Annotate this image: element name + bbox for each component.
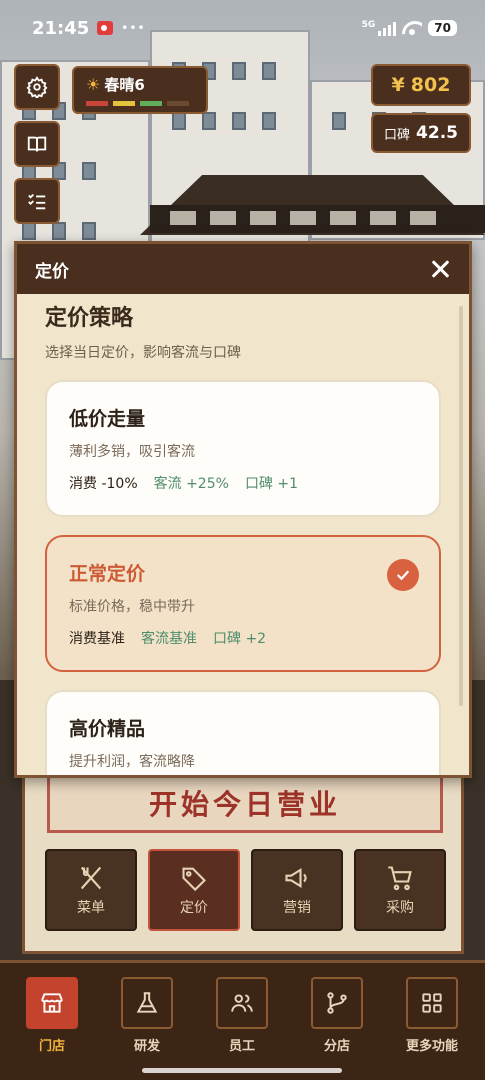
pricing-modal: 定价 定价策略 选择当日定价，影响客流与口碑 低价走量 薄利多销，吸引客流 消费… <box>14 241 472 778</box>
gear-icon <box>26 76 48 98</box>
option-stats: 消费 -10% 客流 +25% 口碑 +1 <box>69 473 417 515</box>
tab-staff-label: 员工 <box>228 1039 255 1054</box>
marketing-label: 营销 <box>283 899 311 916</box>
status-bar: 21:45 ••• 5G 70 <box>0 0 485 56</box>
purchase-button[interactable]: 采购 <box>354 849 446 931</box>
flask-icon <box>136 992 158 1013</box>
clock: 21:45 <box>32 17 90 39</box>
section-title: 定价策略 <box>45 306 134 331</box>
option-name: 正常定价 <box>69 563 146 585</box>
pricing-label: 定价 <box>180 899 208 916</box>
battery-icon: 70 <box>428 20 457 36</box>
weather-label: 春晴6 <box>104 76 145 94</box>
tab-store[interactable]: 门店 <box>21 977 83 1054</box>
more-dots-icon: ••• <box>121 21 146 35</box>
start-business-button[interactable]: 开始今日营业 <box>47 773 443 833</box>
signal-icon: 5G <box>362 20 397 36</box>
pricing-button[interactable]: 定价 <box>148 849 240 931</box>
modal-header: 定价 <box>17 244 469 294</box>
weather-panel[interactable]: ☀ 春晴6 <box>72 66 208 114</box>
cart-icon <box>388 865 412 890</box>
tab-research[interactable]: 研发 <box>116 977 178 1054</box>
option-desc: 标准价格，稳中带升 <box>69 599 195 615</box>
checklist-icon <box>28 193 46 210</box>
tab-branches[interactable]: 分店 <box>306 977 368 1054</box>
tab-research-label: 研发 <box>133 1039 160 1054</box>
option-name: 高价精品 <box>69 718 146 740</box>
yen-icon: ¥ <box>391 74 405 96</box>
money-display: ¥ 802 <box>371 64 471 106</box>
purchase-label: 采购 <box>386 899 414 916</box>
pricing-option-normal[interactable]: 正常定价 标准价格，稳中带升 消费基准 客流基准 口碑 +2 <box>45 535 441 672</box>
weather-bar <box>140 101 162 106</box>
bottom-tab-bar: 门店 研发 员工 分店 更多功能 <box>0 960 485 1080</box>
book-icon <box>27 136 47 152</box>
check-icon <box>387 559 419 591</box>
close-icon[interactable] <box>429 258 451 280</box>
sun-icon: ☀ <box>86 75 101 94</box>
pricing-option-premium[interactable]: 高价精品 提升利润，客流略降 <box>45 690 441 775</box>
option-traffic: 客流 +25% <box>153 476 229 492</box>
option-desc: 薄利多销，吸引客流 <box>69 444 195 460</box>
weather-bars <box>86 101 194 106</box>
menu-button[interactable]: 菜单 <box>45 849 137 931</box>
weather-bar <box>86 101 108 106</box>
modal-body: 定价策略 选择当日定价，影响客流与口碑 低价走量 薄利多销，吸引客流 消费 -1… <box>17 294 469 775</box>
branch-icon <box>327 992 347 1014</box>
reputation-label: 口碑 <box>384 127 411 143</box>
tab-store-label: 门店 <box>38 1039 65 1054</box>
section-subtitle: 选择当日定价，影响客流与口碑 <box>45 345 241 361</box>
network-type: 5G <box>361 20 376 30</box>
reputation-display: 口碑 42.5 <box>371 113 471 153</box>
option-reputation: 口碑 +2 <box>213 631 267 647</box>
utensils-icon <box>80 866 102 889</box>
users-icon <box>231 994 253 1012</box>
tab-branches-label: 分店 <box>323 1039 350 1054</box>
guide-button[interactable] <box>14 121 60 167</box>
menu-label: 菜单 <box>77 899 105 916</box>
weather-bar <box>113 101 135 106</box>
option-desc: 提升利润，客流略降 <box>69 754 195 770</box>
modal-title: 定价 <box>35 261 69 282</box>
tasks-button[interactable] <box>14 178 60 224</box>
money-value: 802 <box>410 74 451 96</box>
wifi-icon <box>402 21 422 35</box>
weather-bar <box>167 101 189 106</box>
option-traffic: 客流基准 <box>141 631 197 647</box>
tab-more-label: 更多功能 <box>405 1039 458 1054</box>
pricing-option-low[interactable]: 低价走量 薄利多销，吸引客流 消费 -10% 客流 +25% 口碑 +1 <box>45 380 441 517</box>
option-stats: 消费基准 客流基准 口碑 +2 <box>69 628 417 670</box>
option-name: 低价走量 <box>69 408 146 430</box>
option-reputation: 口碑 +1 <box>244 476 299 492</box>
settings-button[interactable] <box>14 64 60 110</box>
option-cost: 消费 -10% <box>69 476 138 492</box>
megaphone-icon <box>285 867 307 888</box>
reputation-value: 42.5 <box>416 123 458 143</box>
tab-staff[interactable]: 员工 <box>211 977 273 1054</box>
screen-record-icon <box>97 21 114 35</box>
store-icon <box>41 993 63 1013</box>
marketing-button[interactable]: 营销 <box>251 849 343 931</box>
home-indicator[interactable] <box>142 1068 342 1073</box>
option-cost: 消费基准 <box>69 631 125 647</box>
price-tag-icon <box>182 867 206 891</box>
tab-more[interactable]: 更多功能 <box>401 977 463 1054</box>
grid-icon <box>422 993 442 1013</box>
